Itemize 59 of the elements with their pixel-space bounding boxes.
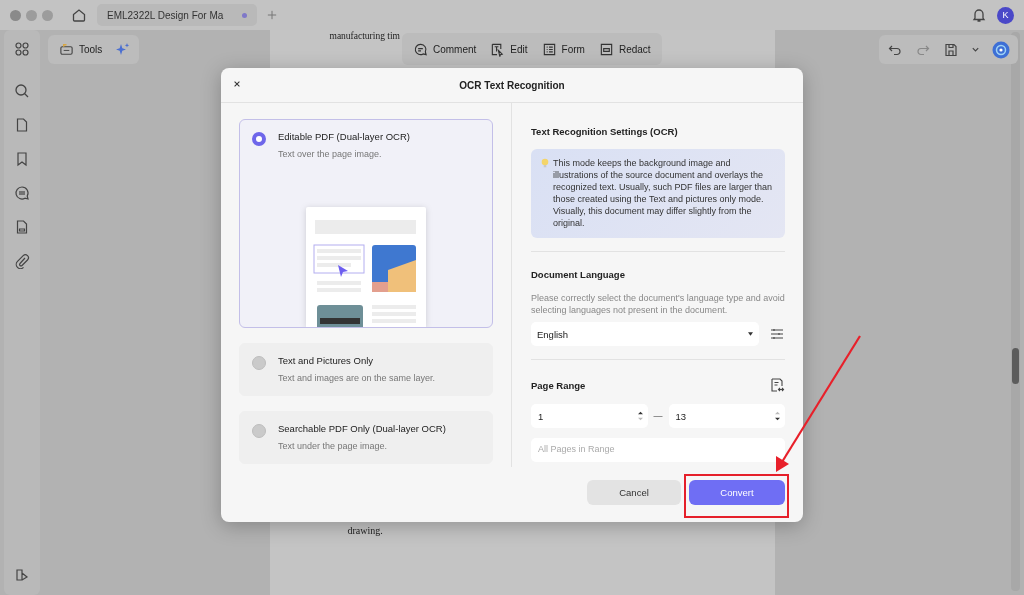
search-icon[interactable]: [14, 83, 30, 99]
form-tool-button[interactable]: Form: [538, 41, 588, 57]
bookmark-icon[interactable]: [14, 151, 30, 167]
paperclip-icon[interactable]: [14, 253, 30, 269]
convert-button[interactable]: Convert: [689, 480, 785, 505]
close-icon[interactable]: [233, 80, 241, 88]
toolbox-icon: [59, 42, 74, 57]
theme-icon[interactable]: [14, 567, 30, 583]
ocr-mode-option[interactable]: Editable PDF (Dual-layer OCR) Text over the page image.: [239, 119, 493, 328]
document-text: drawing.: [346, 525, 384, 538]
section-heading: Document Language: [531, 269, 626, 280]
radio-button[interactable]: [252, 356, 266, 370]
range-separator: —: [653, 411, 663, 421]
home-icon[interactable]: [71, 7, 87, 23]
option-title: Editable PDF (Dual-layer OCR): [278, 131, 410, 142]
save-icon[interactable]: [943, 41, 959, 58]
comment-tool-button[interactable]: Comment: [410, 41, 480, 57]
radio-button[interactable]: [252, 132, 266, 146]
caret-icon[interactable]: [971, 45, 980, 54]
option-description: Text under the page image.: [278, 441, 389, 451]
page-icon[interactable]: [14, 117, 30, 133]
ocr-mode-option[interactable]: Text and Pictures Only Text and images are on the same layer.: [239, 343, 493, 396]
dialog-title: OCR Text Recognition: [459, 79, 565, 91]
hint-text: Please correctly select the document's language type and avoid selecting languages not present in the document.: [531, 292, 785, 316]
end-page-field[interactable]: 13: [668, 404, 785, 428]
page-range-icon[interactable]: [769, 377, 785, 393]
ocr-mode-option[interactable]: Searchable PDF Only (Dual-layer OCR) Text under the page image.: [239, 411, 493, 464]
option-description: Text and images are on the same layer.: [278, 373, 436, 383]
section-heading: Page Range: [531, 379, 586, 391]
info-text: This mode keeps the background image and illustrations of the source document and overlays the recognized text. Usually, such PDF files are larger than those created using the Text and pictures only mode. Visually, this document may differ slightly from the original.: [553, 157, 773, 229]
start-page-field[interactable]: 1: [531, 404, 648, 428]
comment-icon[interactable]: [14, 185, 30, 201]
ai-assistant-icon[interactable]: [992, 40, 1010, 59]
option-title: Searchable PDF Only (Dual-layer OCR): [278, 423, 446, 434]
speech-bubble-icon: [413, 41, 428, 57]
scrollbar[interactable]: [1011, 32, 1020, 591]
cancel-button[interactable]: Cancel: [587, 480, 681, 505]
form-icon: [541, 41, 557, 57]
text-cursor-icon: [490, 41, 506, 57]
user-avatar[interactable]: K: [997, 6, 1014, 24]
sliders-icon[interactable]: [769, 326, 785, 342]
edit-tool-button[interactable]: Edit: [487, 41, 531, 57]
lightbulb-icon: [541, 158, 549, 168]
notification-bell-icon[interactable]: [971, 7, 987, 23]
tools-button[interactable]: Tools: [56, 42, 106, 57]
section-heading: Text Recognition Settings (OCR): [531, 126, 679, 137]
redact-tool-button[interactable]: Redact: [595, 41, 654, 57]
stepper-icon[interactable]: [775, 411, 780, 421]
thumbnails-icon[interactable]: [14, 41, 30, 57]
document-tab[interactable]: EML2322L Design For Ma: [97, 4, 257, 26]
form-document-icon[interactable]: [14, 219, 30, 235]
option-description: Text over the page image.: [278, 149, 383, 159]
option-title: Text and Pictures Only: [278, 355, 375, 366]
language-dropdown[interactable]: English: [531, 322, 759, 346]
redact-icon: [598, 41, 614, 57]
radio-button[interactable]: [252, 424, 266, 438]
document-text: manufacturing tim: [328, 30, 401, 42]
caret-icon: [748, 332, 753, 336]
stepper-icon[interactable]: [637, 411, 643, 421]
